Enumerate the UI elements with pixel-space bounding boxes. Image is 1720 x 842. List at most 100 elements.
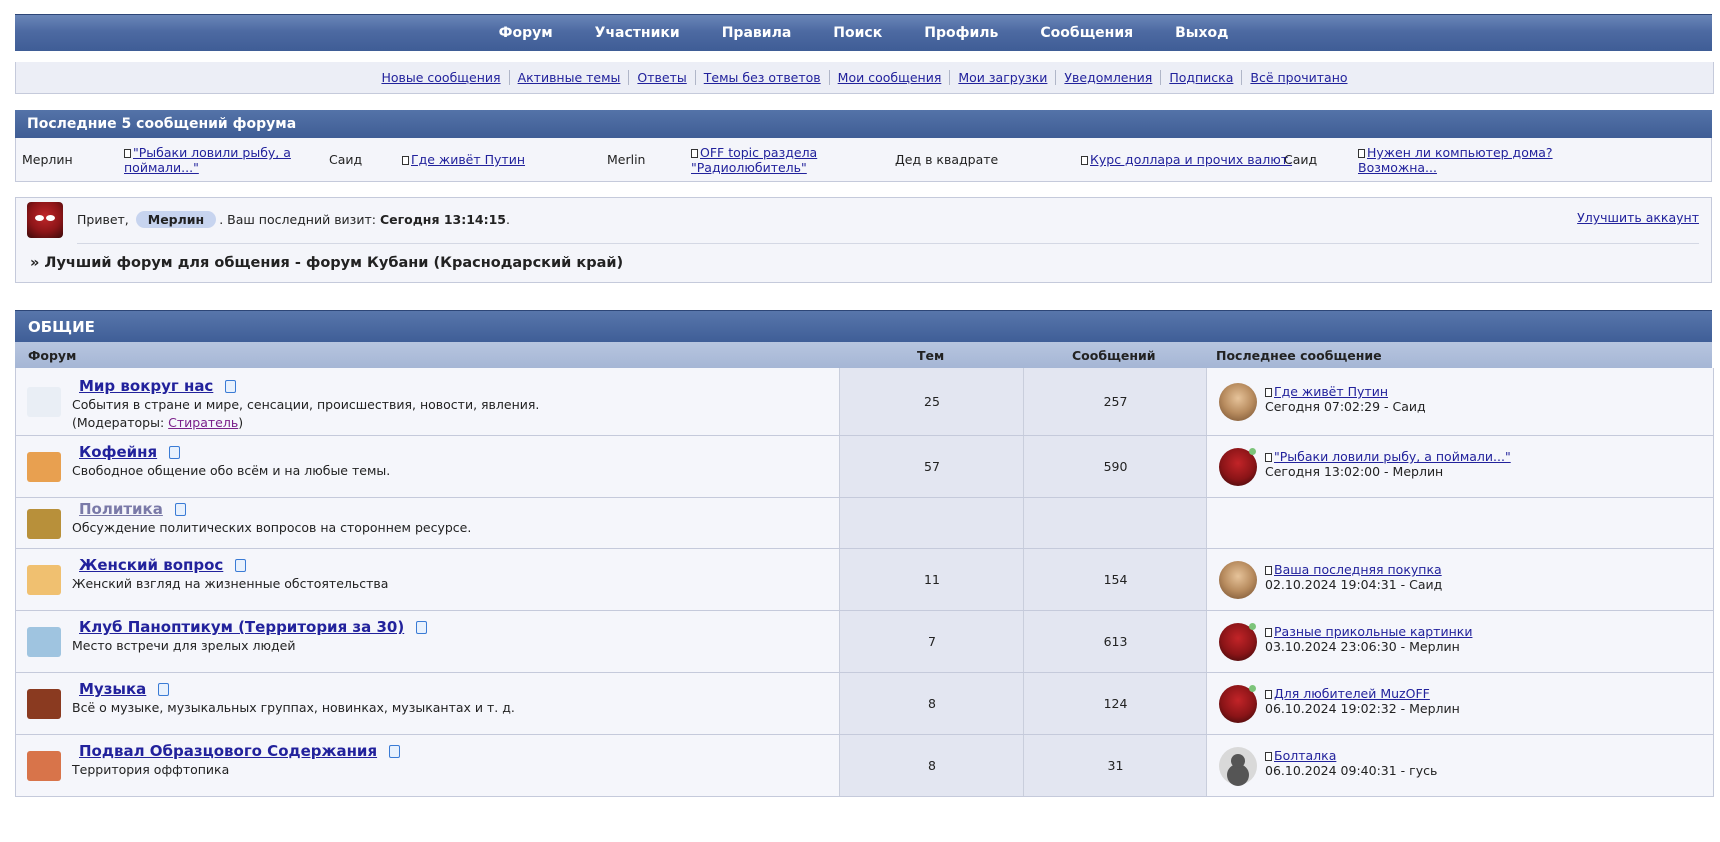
forum-row: Музыка Всё о музыке, музыкальных группах,…: [16, 673, 1713, 735]
subnav-notifications[interactable]: Уведомления: [1055, 70, 1160, 85]
forum-description: Обсуждение политических вопросов на стор…: [72, 519, 472, 535]
posts-count-cell: 613: [1023, 611, 1207, 672]
welcome-text: Привет, Мерлин. Ваш последний визит: Сег…: [77, 211, 510, 228]
basement-icon[interactable]: [27, 751, 61, 781]
document-icon: [1265, 628, 1272, 637]
posts-count-cell: 124: [1023, 673, 1207, 734]
speaker-icon[interactable]: [27, 689, 61, 719]
document-icon: [1265, 752, 1272, 761]
nav-members[interactable]: Участники: [595, 25, 680, 41]
subnav-my-uploads[interactable]: Мои загрузки: [949, 70, 1055, 85]
last-post-author: Мерлин: [22, 152, 73, 167]
subnav-mark-all-read[interactable]: Всё прочитано: [1241, 70, 1355, 85]
forum-row: Кофейня Свободное общение обо всём и на л…: [16, 436, 1713, 498]
nav-forum[interactable]: Форум: [499, 25, 553, 41]
topics-count-cell: 25: [839, 368, 1024, 435]
clipboard-icon[interactable]: [416, 621, 428, 634]
subnav-subscriptions[interactable]: Подписка: [1160, 70, 1241, 85]
forum-title-link[interactable]: Женский вопрос: [79, 556, 223, 574]
online-indicator-icon: [1249, 685, 1256, 692]
last-post-meta: 06.10.2024 09:40:31 - гусь: [1265, 763, 1438, 778]
forum-cell: Женский вопрос Женский взгляд на жизненны…: [16, 549, 839, 610]
topics-count-cell: [839, 498, 1024, 548]
forum-row: Мир вокруг нас События в стране и мире, с…: [16, 368, 1713, 436]
nav-logout[interactable]: Выход: [1175, 25, 1228, 41]
nav-search[interactable]: Поиск: [833, 25, 882, 41]
last-post-cell: Разные прикольные картинки 03.10.2024 23:…: [1206, 611, 1713, 672]
topics-count: 8: [928, 758, 936, 773]
forum-title-link[interactable]: Клуб Паноптикум (Территория за 30): [79, 618, 404, 636]
last-post-author: Саид: [329, 152, 363, 167]
last-post-link[interactable]: OFF topic раздела "Радиолюбитель": [691, 145, 817, 175]
last-post-link[interactable]: "Рыбаки ловили рыбу, а поймали...": [124, 145, 291, 175]
topics-count: 7: [928, 634, 936, 649]
topics-count: 57: [924, 459, 940, 474]
user-avatar[interactable]: [27, 202, 63, 238]
forum-title-link[interactable]: Мир вокруг нас: [79, 377, 213, 395]
clipboard-icon[interactable]: [235, 559, 247, 572]
nav-rules[interactable]: Правила: [722, 25, 792, 41]
nav-profile[interactable]: Профиль: [924, 25, 998, 41]
posts-count-cell: 257: [1023, 368, 1207, 435]
subnav-unanswered[interactable]: Темы без ответов: [694, 70, 829, 85]
clipboard-icon[interactable]: [169, 446, 181, 459]
posts-count-cell: 154: [1023, 549, 1207, 610]
forum-description: Женский взгляд на жизненные обстоятельст…: [72, 576, 389, 591]
forum-list: Мир вокруг нас События в стране и мире, с…: [15, 368, 1714, 797]
folder-arrows-icon[interactable]: [27, 508, 61, 539]
clipboard-icon[interactable]: [225, 380, 237, 393]
forum-title-link[interactable]: Музыка: [79, 680, 146, 698]
forum-description: Территория оффтопика: [72, 762, 230, 777]
last-post-topic-link[interactable]: Ваша последняя покупка: [1265, 562, 1442, 577]
forum-title-link[interactable]: Кофейня: [79, 443, 157, 461]
subnav-replies[interactable]: Ответы: [628, 70, 694, 85]
column-headers: Форум Тем Сообщений Последнее сообщение: [15, 342, 1712, 368]
coffee-cup-icon[interactable]: [27, 452, 61, 482]
moderator-link[interactable]: Стиратель: [168, 415, 238, 430]
topics-count-cell: 8: [839, 735, 1024, 796]
document-icon: [1081, 156, 1088, 165]
forum-cell: Музыка Всё о музыке, музыкальных группах,…: [16, 673, 839, 734]
last-post-link[interactable]: Курс доллара и прочих валют.: [1081, 152, 1292, 167]
poster-avatar[interactable]: [1219, 383, 1257, 421]
document-icon: [691, 149, 698, 158]
document-icon: [1358, 149, 1365, 158]
clipboard-icon[interactable]: [158, 683, 170, 696]
last-post-topic-link[interactable]: "Рыбаки ловили рыбу, а поймали...": [1265, 449, 1511, 464]
last-post-topic-link[interactable]: Для любителей MuzOFF: [1265, 686, 1430, 701]
col-last-post: Последнее сообщение: [1216, 348, 1382, 363]
subnav-my-posts[interactable]: Мои сообщения: [828, 70, 950, 85]
forum-title-link[interactable]: Подвал Образцового Содержания: [79, 742, 377, 760]
document-icon: [402, 156, 409, 165]
topics-count-cell: 11: [839, 549, 1024, 610]
last-post-link[interactable]: Нужен ли компьютер дома? Возможна...: [1358, 145, 1553, 175]
forum-tagline: » Лучший форум для общения - форум Кубан…: [30, 255, 624, 271]
document-icon: [1265, 566, 1272, 575]
last-post-cell: Болталка 06.10.2024 09:40:31 - гусь: [1206, 735, 1713, 796]
posts-count: 257: [1103, 394, 1128, 409]
col-forum: Форум: [28, 348, 77, 363]
subnav-new-posts[interactable]: Новые сообщения: [373, 70, 508, 85]
last-post-author: Саид: [1284, 152, 1318, 167]
last-post-topic-link[interactable]: Разные прикольные картинки: [1265, 624, 1472, 639]
last-posts-bar: Мерлин "Рыбаки ловили рыбу, а поймали..."…: [15, 138, 1712, 182]
username-badge[interactable]: Мерлин: [135, 211, 217, 228]
newspaper-icon[interactable]: [27, 387, 61, 417]
sunglasses-man-icon[interactable]: [27, 627, 61, 657]
col-posts: Сообщений: [1072, 348, 1156, 363]
clipboard-icon[interactable]: [389, 745, 401, 758]
last-post-cell: Для любителей MuzOFF 06.10.2024 19:02:32 …: [1206, 673, 1713, 734]
last-post-meta: 03.10.2024 23:06:30 - Мерлин: [1265, 639, 1460, 654]
subnav-active-topics[interactable]: Активные темы: [508, 70, 629, 85]
forum-title-link[interactable]: Политика: [79, 500, 163, 518]
last-post-topic-link[interactable]: Где живёт Путин: [1265, 384, 1388, 399]
last-post-link[interactable]: Где живёт Путин: [402, 152, 525, 167]
woman-icon[interactable]: [27, 565, 61, 595]
nav-messages[interactable]: Сообщения: [1040, 25, 1133, 41]
clipboard-icon[interactable]: [174, 502, 186, 516]
poster-avatar[interactable]: [1219, 561, 1257, 599]
last-post-topic-link[interactable]: Болталка: [1265, 748, 1336, 763]
posts-count: 31: [1107, 758, 1124, 773]
upgrade-account-link[interactable]: Улучшить аккаунт: [1577, 210, 1699, 225]
poster-avatar[interactable]: [1219, 747, 1257, 785]
